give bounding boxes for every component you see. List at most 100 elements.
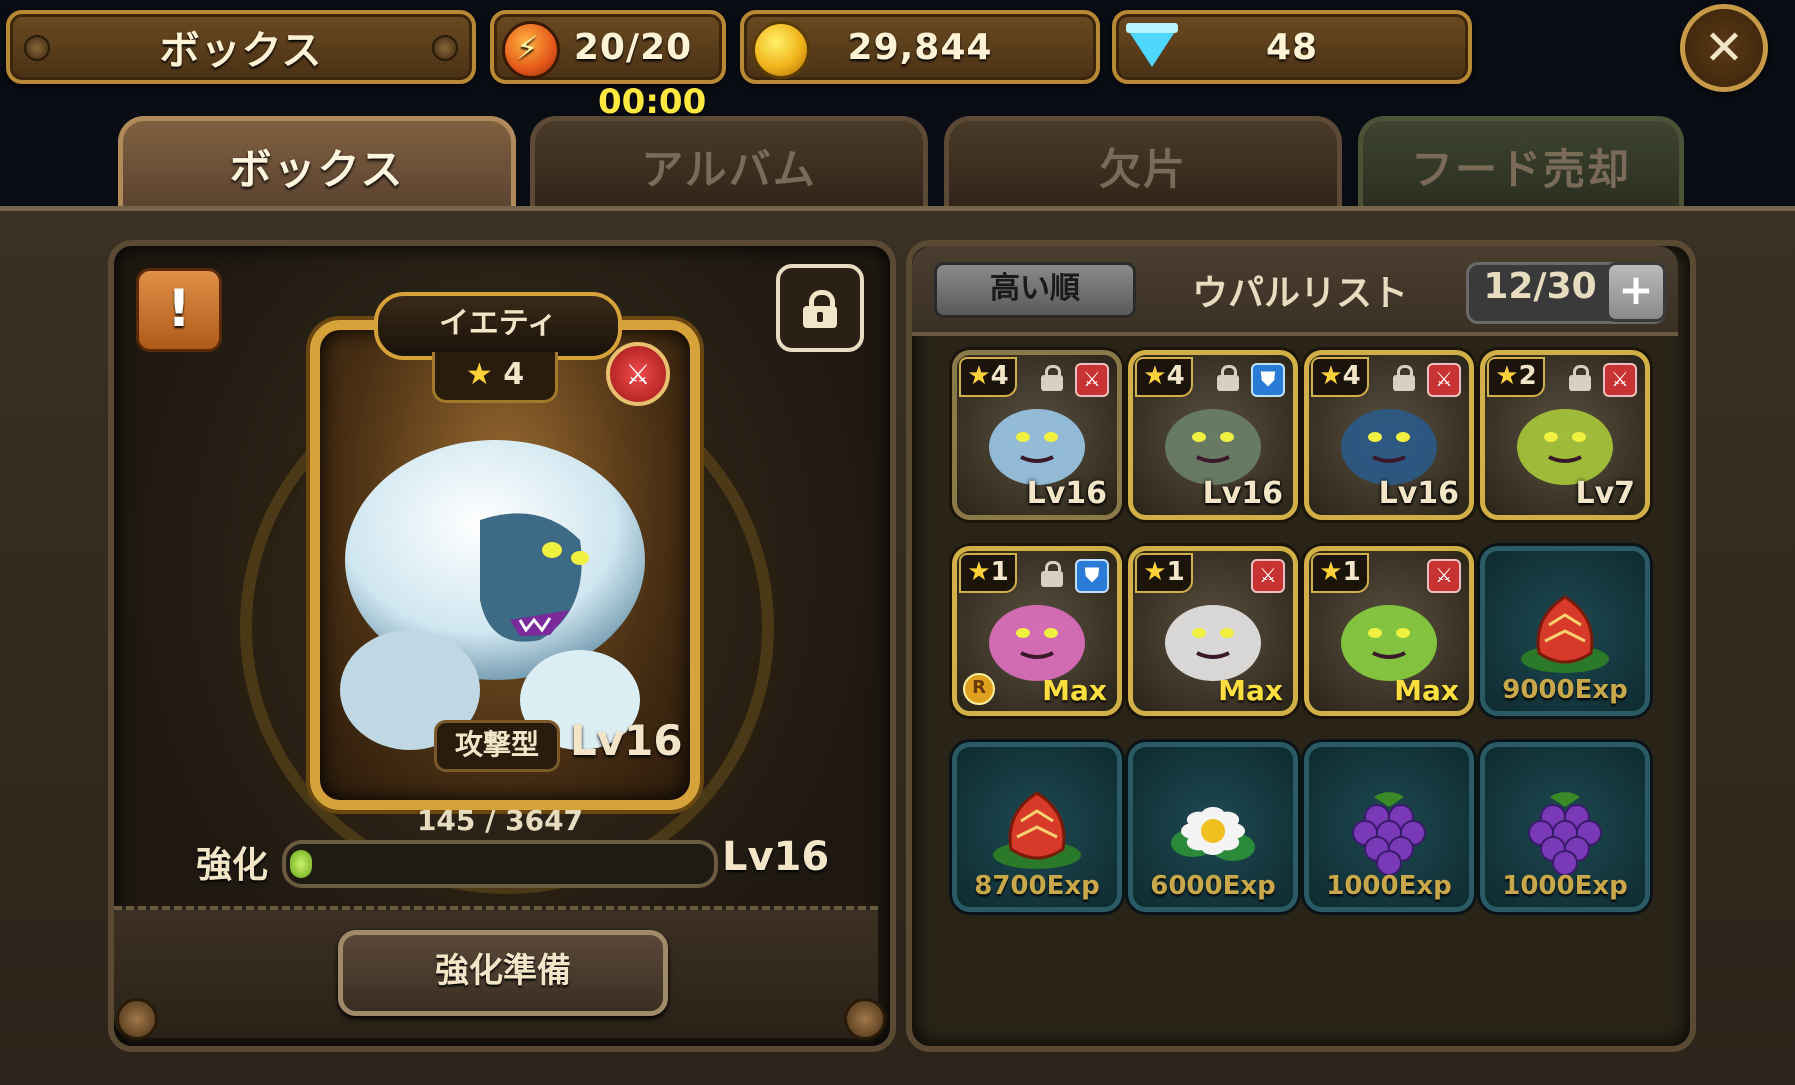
slot-level: Lv7 bbox=[1575, 476, 1635, 511]
sword-icon: ⚔ bbox=[1427, 363, 1461, 397]
star-rating: ★4 bbox=[1135, 357, 1193, 397]
star-rating: ★4 bbox=[1311, 357, 1369, 397]
daisy-icon bbox=[1171, 807, 1255, 861]
enhance-level: Lv16 bbox=[722, 834, 830, 880]
food-exp: 1000Exp bbox=[1326, 871, 1452, 901]
lock-icon bbox=[803, 290, 837, 328]
lock-button[interactable] bbox=[776, 264, 864, 352]
slot-star-count: 4 bbox=[1166, 361, 1185, 391]
sword-icon: ⚔ bbox=[1427, 559, 1461, 593]
food-slot[interactable]: 1000Exp bbox=[1304, 742, 1474, 912]
monster-name: イエティ bbox=[374, 292, 622, 360]
star-icon: ★ bbox=[1319, 557, 1343, 587]
capacity-count: 12/30 bbox=[1483, 266, 1597, 307]
enhance-progress-fill bbox=[290, 850, 312, 878]
tab-shards[interactable]: 欠片 bbox=[944, 116, 1342, 211]
grapes-icon bbox=[1528, 792, 1602, 876]
monster-stars: ★ 4 bbox=[432, 352, 558, 403]
sort-button[interactable]: 高い順 bbox=[934, 262, 1136, 318]
monster-slot[interactable]: ★2 ⚔ Lv7 bbox=[1480, 350, 1650, 520]
slot-star-count: 1 bbox=[990, 557, 1009, 587]
slot-level: Lv16 bbox=[1378, 476, 1459, 511]
screen-title: ボックス bbox=[159, 28, 323, 74]
close-icon: ✕ bbox=[1703, 20, 1745, 76]
food-exp: 8700Exp bbox=[974, 871, 1100, 901]
lock-icon bbox=[1391, 365, 1417, 391]
monster-slot[interactable]: ★1 ⚔ Max bbox=[1304, 546, 1474, 716]
tab-album[interactable]: アルバム bbox=[530, 116, 928, 211]
star-count: 4 bbox=[503, 357, 525, 392]
close-button[interactable]: ✕ bbox=[1680, 4, 1768, 92]
monster-slot[interactable]: ★4 ⚔ Lv16 bbox=[952, 350, 1122, 520]
expand-capacity-button[interactable]: + bbox=[1606, 262, 1666, 322]
star-rating: ★1 bbox=[1311, 553, 1369, 593]
food-slot[interactable]: 9000Exp bbox=[1480, 546, 1650, 716]
slot-star-count: 1 bbox=[1166, 557, 1185, 587]
gem-counter[interactable]: 48 bbox=[1112, 10, 1472, 84]
monster-slot[interactable]: ★4 ⛊ Lv16 bbox=[1128, 350, 1298, 520]
star-icon: ★ bbox=[1319, 361, 1343, 391]
lock-icon bbox=[1039, 561, 1065, 587]
sword-icon: ⚔ bbox=[625, 357, 651, 391]
rivet-icon bbox=[116, 998, 158, 1040]
gold-value: 29,844 bbox=[847, 26, 993, 68]
shield-icon: ⛊ bbox=[1251, 363, 1285, 397]
star-icon: ★ bbox=[967, 361, 991, 391]
star-icon: ★ bbox=[465, 357, 504, 392]
star-icon: ★ bbox=[967, 557, 991, 587]
star-icon: ★ bbox=[1495, 361, 1519, 391]
gold-counter[interactable]: 29,844 bbox=[740, 10, 1100, 84]
star-rating: ★1 bbox=[959, 553, 1017, 593]
food-slot[interactable]: 1000Exp bbox=[1480, 742, 1650, 912]
star-rating: ★2 bbox=[1487, 357, 1545, 397]
slot-level: Max bbox=[1218, 674, 1283, 707]
alert-button[interactable]: ! bbox=[136, 268, 222, 352]
flower-bud-icon bbox=[993, 791, 1081, 869]
slot-level: Max bbox=[1042, 674, 1107, 707]
rivet-icon bbox=[844, 998, 886, 1040]
monster-level: Lv16 bbox=[570, 716, 683, 765]
star-rating: ★4 bbox=[959, 357, 1017, 397]
flower-bud-icon bbox=[1521, 595, 1609, 673]
food-exp: 1000Exp bbox=[1502, 871, 1628, 901]
tab-food-sell[interactable]: フード売却 bbox=[1358, 116, 1684, 211]
energy-counter[interactable]: 20/20 bbox=[490, 10, 726, 84]
monster-slot[interactable]: ★1 ⛊ R Max bbox=[952, 546, 1122, 716]
shield-icon: ⛊ bbox=[1075, 559, 1109, 593]
slot-level: Max bbox=[1394, 674, 1459, 707]
food-exp: 9000Exp bbox=[1502, 675, 1628, 705]
star-icon: ★ bbox=[1143, 557, 1167, 587]
food-slot[interactable]: 8700Exp bbox=[952, 742, 1122, 912]
attack-role-badge: ⚔ bbox=[606, 342, 670, 406]
monster-slot[interactable]: ★4 ⚔ Lv16 bbox=[1304, 350, 1474, 520]
sword-icon: ⚔ bbox=[1251, 559, 1285, 593]
lock-icon bbox=[1215, 365, 1241, 391]
slot-level: Lv16 bbox=[1026, 476, 1107, 511]
sword-icon: ⚔ bbox=[1603, 363, 1637, 397]
energy-value: 20/20 bbox=[573, 26, 693, 68]
yeti-portrait bbox=[340, 440, 645, 750]
tab-box[interactable]: ボックス bbox=[118, 116, 516, 211]
slot-level: Lv16 bbox=[1202, 476, 1283, 511]
star-rating: ★1 bbox=[1135, 553, 1193, 593]
slot-star-count: 1 bbox=[1342, 557, 1361, 587]
food-slot[interactable]: 6000Exp bbox=[1128, 742, 1298, 912]
grapes-icon bbox=[1352, 792, 1426, 876]
rivet-icon bbox=[432, 35, 458, 61]
monster-list-title: ウパルリスト bbox=[1191, 273, 1408, 314]
food-exp: 6000Exp bbox=[1150, 871, 1276, 901]
lock-icon bbox=[1039, 365, 1065, 391]
star-icon: ★ bbox=[1143, 361, 1167, 391]
sword-icon: ⚔ bbox=[1075, 363, 1109, 397]
slot-star-count: 2 bbox=[1518, 361, 1537, 391]
enhance-prepare-button[interactable]: 強化準備 bbox=[338, 930, 668, 1016]
exp-counter: 145 / 3647 bbox=[416, 804, 584, 837]
slot-star-count: 4 bbox=[1342, 361, 1361, 391]
plus-icon: + bbox=[1618, 265, 1654, 314]
enhance-progress-bar bbox=[282, 840, 718, 888]
lock-icon bbox=[1567, 365, 1593, 391]
rarity-badge: R bbox=[963, 673, 995, 705]
monster-slot[interactable]: ★1 ⚔ Max bbox=[1128, 546, 1298, 716]
slot-star-count: 4 bbox=[990, 361, 1009, 391]
screen-title-plate: ボックス bbox=[6, 10, 476, 84]
